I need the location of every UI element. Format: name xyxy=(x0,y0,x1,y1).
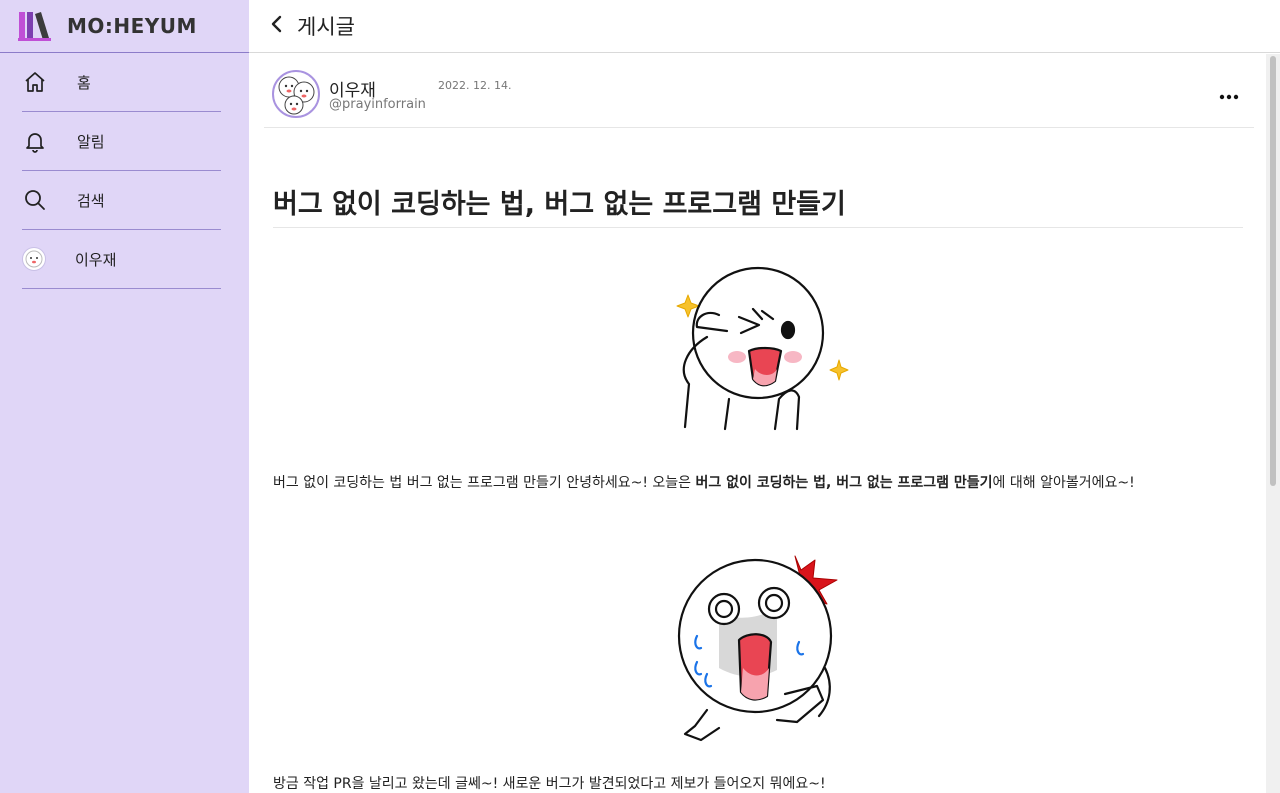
search-icon xyxy=(22,187,48,213)
paragraph-text: 에 대해 알아볼거에요~! xyxy=(992,475,1135,491)
sidebar-item-home[interactable]: 홈 xyxy=(22,53,221,112)
author-handle: @prayinforrain xyxy=(329,97,426,112)
logo-icon xyxy=(18,10,52,42)
sidebar-item-label: 이우재 xyxy=(75,250,117,269)
avatar xyxy=(22,247,46,271)
home-icon xyxy=(22,69,48,95)
more-icon xyxy=(1219,85,1239,104)
sticker-image-shocked xyxy=(667,550,853,754)
more-options-button[interactable] xyxy=(1216,82,1242,106)
post-author-row: 이우재 @prayinforrain 2022. 12. 14. xyxy=(264,54,1254,128)
scrollbar-thumb[interactable] xyxy=(1270,56,1276,486)
post-date: 2022. 12. 14. xyxy=(438,79,512,92)
paragraph-text: 버그 없이 코딩하는 법 버그 없는 프로그램 만들기 안녕하세요~! 오늘은 xyxy=(273,475,696,491)
sidebar-item-search[interactable]: 검색 xyxy=(22,171,221,230)
sidebar-item-label: 검색 xyxy=(77,191,105,210)
sidebar-item-label: 알림 xyxy=(77,132,105,151)
scrollbar[interactable] xyxy=(1266,54,1280,793)
post-title: 버그 없이 코딩하는 법, 버그 없는 프로그램 만들기 xyxy=(273,182,1243,228)
back-button[interactable] xyxy=(257,6,297,46)
logo-text: MO:HEYUM xyxy=(67,14,197,38)
sidebar: MO:HEYUM 홈 알림 검색 이우재 xyxy=(0,0,249,793)
sidebar-item-notifications[interactable]: 알림 xyxy=(22,112,221,171)
paragraph-bold-text: 버그 없이 코딩하는 법, 버그 없는 프로그램 만들기 xyxy=(695,475,993,491)
post-paragraph-2: 방금 작업 PR을 날리고 왔는데 글쎄~! 새로운 버그가 발견되었다고 제보… xyxy=(273,776,826,792)
author-avatar[interactable] xyxy=(272,70,320,118)
post-content: 이우재 @prayinforrain 2022. 12. 14. 버그 없이 코… xyxy=(249,54,1266,793)
header: 게시글 xyxy=(249,0,1280,53)
sidebar-item-label: 홈 xyxy=(77,73,91,92)
chevron-left-icon xyxy=(269,15,285,37)
post-paragraph-1: 버그 없이 코딩하는 법 버그 없는 프로그램 만들기 안녕하세요~! 오늘은 … xyxy=(273,472,1135,492)
sidebar-item-profile[interactable]: 이우재 xyxy=(22,230,221,289)
sticker-image-salute xyxy=(667,259,853,435)
sidebar-nav: 홈 알림 검색 이우재 xyxy=(0,53,249,289)
page-title: 게시글 xyxy=(297,15,355,39)
logo[interactable]: MO:HEYUM xyxy=(0,0,249,53)
bell-icon xyxy=(22,128,48,154)
